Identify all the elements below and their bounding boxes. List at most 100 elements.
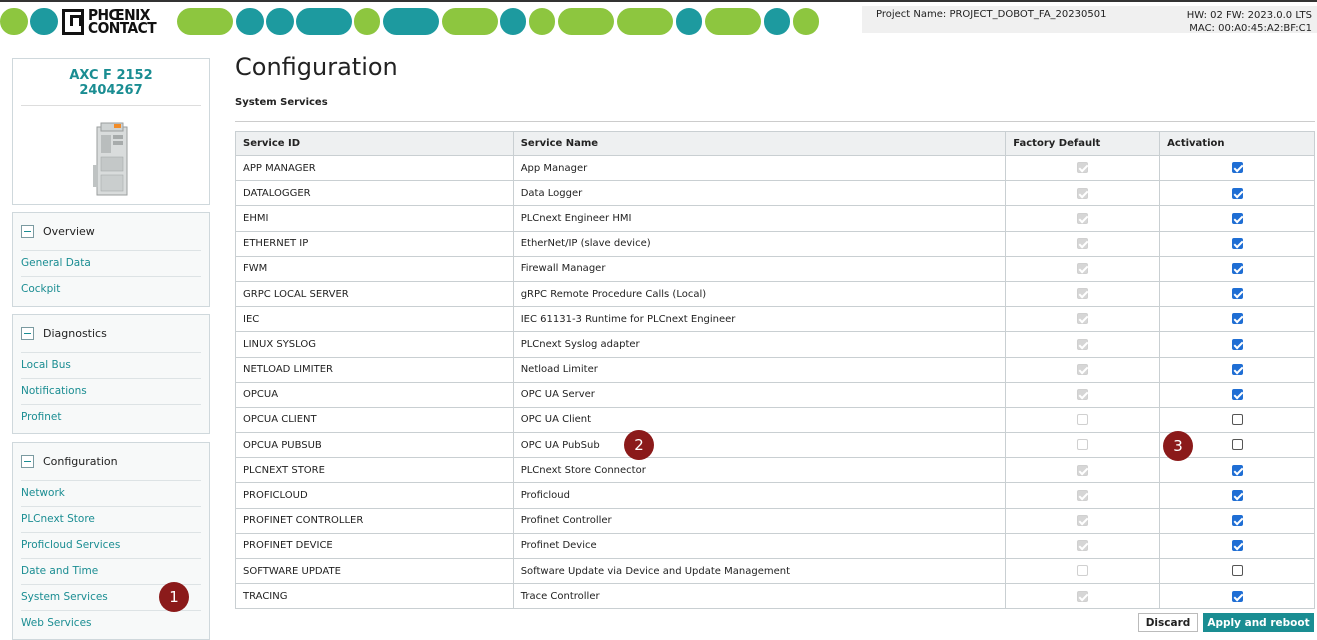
service-id-cell: PROFICLOUD bbox=[235, 482, 514, 509]
table-row: PLCNEXT STORE PLCnext Store Connector bbox=[235, 457, 1315, 484]
services-table: Service ID Service Name Factory Default … bbox=[235, 131, 1315, 610]
factory-default-checkbox bbox=[1077, 162, 1089, 174]
sidebar-item-web-services[interactable]: Web Services bbox=[21, 617, 92, 629]
activation-checkbox[interactable] bbox=[1231, 288, 1243, 300]
activation-checkbox[interactable] bbox=[1231, 162, 1243, 174]
sidebar-item-general-data[interactable]: General Data bbox=[21, 257, 91, 269]
sidebar-item-local-bus[interactable]: Local Bus bbox=[21, 359, 71, 371]
sidebar-item-profinet[interactable]: Profinet bbox=[21, 411, 62, 423]
activation-checkbox[interactable] bbox=[1231, 389, 1243, 401]
activation-cell bbox=[1159, 255, 1315, 282]
column-header-activation: Activation bbox=[1159, 131, 1315, 156]
activation-checkbox[interactable] bbox=[1231, 565, 1243, 577]
activation-checkbox[interactable] bbox=[1231, 464, 1243, 476]
collapse-icon[interactable] bbox=[21, 454, 34, 468]
table-row: SOFTWARE UPDATE Software Update via Devic… bbox=[235, 557, 1315, 585]
sidebar-item-proficloud-services[interactable]: Proficloud Services bbox=[21, 539, 120, 551]
section-title: System Services bbox=[235, 97, 328, 108]
panel-header[interactable]: Configuration bbox=[21, 453, 118, 469]
table-row: GRPC LOCAL SERVER gRPC Remote Procedure C… bbox=[235, 280, 1315, 308]
factory-default-cell bbox=[1005, 457, 1161, 484]
activation-cell bbox=[1159, 356, 1315, 383]
factory-default-checkbox bbox=[1077, 288, 1089, 300]
banner-pill bbox=[442, 8, 498, 35]
activation-cell bbox=[1159, 280, 1315, 308]
activation-cell bbox=[1159, 583, 1315, 610]
factory-default-checkbox bbox=[1077, 590, 1089, 602]
activation-checkbox[interactable] bbox=[1231, 338, 1243, 350]
activation-checkbox[interactable] bbox=[1231, 187, 1243, 199]
activation-checkbox[interactable] bbox=[1231, 489, 1243, 501]
divider bbox=[235, 121, 1315, 122]
factory-default-cell bbox=[1005, 255, 1161, 282]
table-row: NETLOAD LIMITER Netload Limiter bbox=[235, 356, 1315, 383]
factory-default-cell bbox=[1005, 432, 1161, 459]
panel-header[interactable]: Overview bbox=[21, 223, 95, 239]
activation-cell bbox=[1159, 532, 1315, 560]
project-name: Project Name: PROJECT_DOBOT_FA_20230501 bbox=[876, 9, 1107, 20]
factory-default-checkbox bbox=[1077, 489, 1089, 501]
device-article-number: 2404267 bbox=[79, 83, 143, 98]
activation-cell bbox=[1159, 557, 1315, 585]
activation-checkbox[interactable] bbox=[1231, 263, 1243, 275]
banner-pill bbox=[383, 8, 439, 35]
activation-checkbox[interactable] bbox=[1231, 414, 1243, 426]
banner-pill bbox=[500, 8, 526, 35]
service-name-cell: Software Update via Device and Update Ma… bbox=[512, 557, 1007, 585]
service-id-cell: ETHERNET IP bbox=[235, 230, 514, 257]
apply-and-reboot-button[interactable]: Apply and reboot bbox=[1203, 613, 1314, 632]
device-model: AXC F 2152 bbox=[69, 68, 153, 83]
table-header-row: Service ID Service Name Factory Default … bbox=[235, 131, 1315, 156]
sidebar-item-cockpit[interactable]: Cockpit bbox=[21, 283, 60, 295]
banner-pill bbox=[705, 8, 761, 35]
phoenix-contact-logo[interactable]: PHŒNIX CONTACT bbox=[60, 6, 173, 36]
sidebar-item-date-and-time[interactable]: Date and Time bbox=[21, 565, 98, 577]
panel-header[interactable]: Diagnostics bbox=[21, 325, 107, 341]
service-id-cell: PROFINET DEVICE bbox=[235, 532, 514, 560]
collapse-icon[interactable] bbox=[21, 224, 34, 238]
factory-default-checkbox bbox=[1077, 313, 1089, 325]
sidebar-item-system-services[interactable]: System Services bbox=[21, 591, 108, 603]
table-row: PROFICLOUD Proficloud bbox=[235, 482, 1315, 509]
activation-checkbox[interactable] bbox=[1231, 439, 1243, 451]
table-row: DATALOGGER Data Logger bbox=[235, 180, 1315, 207]
banner-pill bbox=[764, 8, 790, 35]
table-row: LINUX SYSLOG PLCnext Syslog adapter bbox=[235, 331, 1315, 358]
factory-default-cell bbox=[1005, 507, 1161, 534]
banner-pill bbox=[266, 8, 294, 35]
column-header-factory-default: Factory Default bbox=[1005, 131, 1161, 156]
activation-cell bbox=[1159, 306, 1315, 333]
service-name-cell: gRPC Remote Procedure Calls (Local) bbox=[512, 280, 1007, 308]
service-name-cell: IEC 61131-3 Runtime for PLCnext Engineer bbox=[512, 306, 1007, 333]
activation-cell bbox=[1159, 381, 1315, 408]
activation-checkbox[interactable] bbox=[1231, 363, 1243, 375]
divider bbox=[21, 480, 201, 481]
logo-text: CONTACT bbox=[88, 19, 157, 37]
banner-pill bbox=[177, 8, 233, 35]
service-name-cell: Trace Controller bbox=[512, 583, 1007, 610]
table-row: IEC IEC 61131-3 Runtime for PLCnext Engin… bbox=[235, 306, 1315, 333]
service-name-cell: OPC UA Server bbox=[512, 381, 1007, 408]
activation-checkbox[interactable] bbox=[1231, 514, 1243, 526]
activation-checkbox[interactable] bbox=[1231, 237, 1243, 249]
activation-checkbox[interactable] bbox=[1231, 590, 1243, 602]
sidebar-item-notifications[interactable]: Notifications bbox=[21, 385, 87, 397]
service-name-cell: EtherNet/IP (slave device) bbox=[512, 230, 1007, 257]
divider bbox=[21, 506, 201, 507]
discard-button[interactable]: Discard bbox=[1138, 613, 1198, 632]
service-id-cell: TRACING bbox=[235, 583, 514, 610]
top-border bbox=[0, 0, 1317, 2]
sidebar-item-network[interactable]: Network bbox=[21, 487, 65, 499]
collapse-icon[interactable] bbox=[21, 326, 34, 340]
banner-pill bbox=[617, 8, 673, 35]
activation-checkbox[interactable] bbox=[1231, 313, 1243, 325]
factory-default-cell bbox=[1005, 154, 1161, 182]
panel-title: Configuration bbox=[43, 454, 118, 468]
factory-default-cell bbox=[1005, 230, 1161, 257]
sidebar-item-plcnext-store[interactable]: PLCnext Store bbox=[21, 513, 95, 525]
page-title: Configuration bbox=[235, 53, 398, 81]
activation-checkbox[interactable] bbox=[1231, 212, 1243, 224]
activation-checkbox[interactable] bbox=[1231, 540, 1243, 552]
service-id-cell: OPCUA PUBSUB bbox=[235, 432, 514, 459]
activation-cell bbox=[1159, 180, 1315, 207]
